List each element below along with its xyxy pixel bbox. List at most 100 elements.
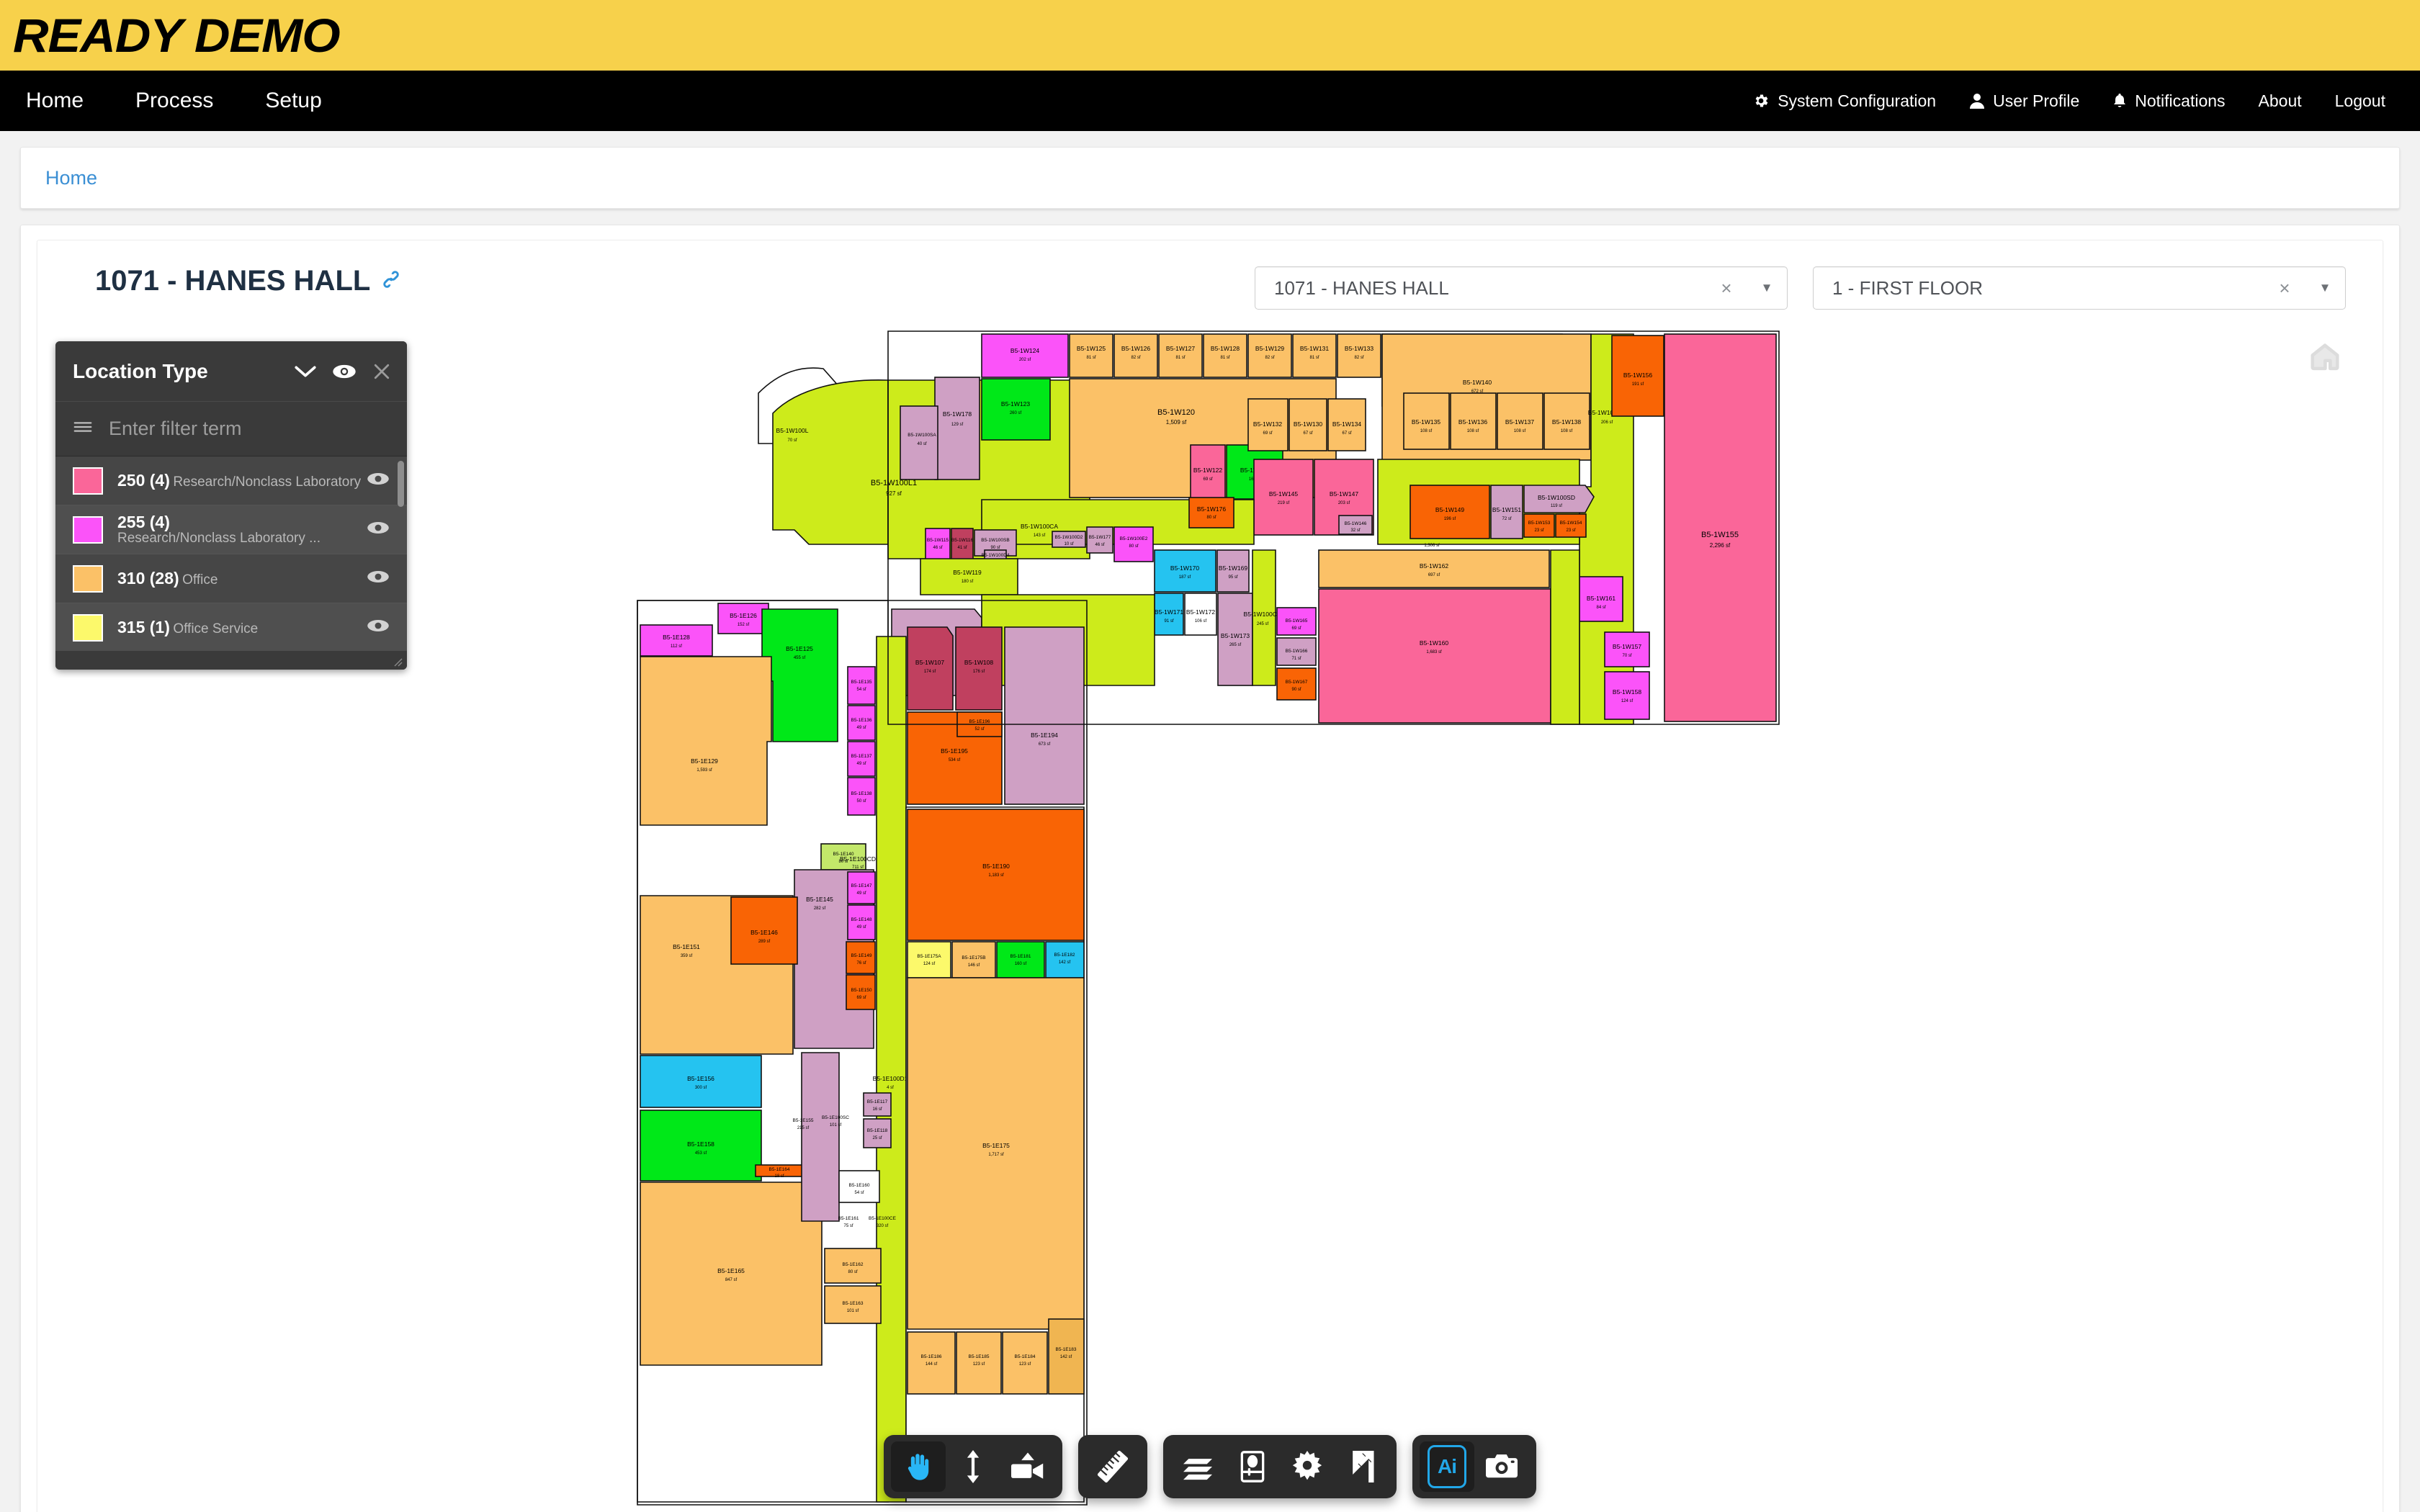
settings-gear-icon[interactable]	[1280, 1441, 1335, 1492]
nav-item-process[interactable]: Process	[109, 71, 239, 131]
link-icon[interactable]	[380, 265, 402, 297]
svg-text:B5-1W125: B5-1W125	[1077, 345, 1106, 352]
nav-item-notifications[interactable]: Notifications	[2112, 91, 2226, 111]
toolbar-group-navigation	[884, 1435, 1062, 1498]
svg-text:54 sf: 54 sf	[854, 1191, 864, 1195]
home-icon[interactable]	[2308, 340, 2341, 373]
filter-lines-icon[interactable]	[73, 420, 93, 437]
svg-text:174 sf: 174 sf	[924, 670, 936, 674]
svg-text:76 sf: 76 sf	[856, 961, 866, 966]
svg-text:245 sf: 245 sf	[1257, 622, 1269, 626]
nav-item-user-profile[interactable]: User Profile	[1969, 91, 2079, 111]
legend-item[interactable]: 310 (28) Office	[55, 554, 407, 603]
legend-item[interactable]: 250 (4) Research/Nonclass Laboratory	[55, 456, 407, 505]
svg-text:455 sf: 455 sf	[794, 656, 806, 660]
legend-panel-icon[interactable]	[1225, 1441, 1280, 1492]
svg-text:67 sf: 67 sf	[1342, 431, 1351, 436]
legend-item-list[interactable]: 250 (4) Research/Nonclass Laboratory 255…	[55, 456, 407, 651]
legend-scrollbar[interactable]	[398, 461, 404, 507]
fullscreen-expand-icon[interactable]	[1335, 1441, 1389, 1492]
viewer-toolbar: Ai	[884, 1435, 1536, 1498]
svg-text:B5-1E196: B5-1E196	[969, 719, 990, 724]
svg-text:B5-1W154: B5-1W154	[1560, 521, 1582, 526]
legend-item-desc: Office Service	[173, 621, 259, 636]
color-swatch	[73, 613, 103, 642]
svg-text:B5-1W120: B5-1W120	[1157, 408, 1195, 417]
svg-text:B5-1W100CG: B5-1W100CG	[1244, 611, 1282, 618]
svg-text:123 sf: 123 sf	[973, 1362, 985, 1367]
nav-label: About	[2258, 91, 2302, 110]
svg-text:72 sf: 72 sf	[1502, 517, 1511, 521]
nav-item-about[interactable]: About	[2259, 91, 2302, 111]
eye-icon[interactable]	[367, 618, 391, 636]
eye-icon[interactable]	[367, 570, 391, 588]
layers-icon[interactable]	[1170, 1441, 1225, 1492]
nav-item-setup[interactable]: Setup	[239, 71, 347, 131]
svg-text:B5-1E184: B5-1E184	[1015, 1354, 1036, 1359]
eye-icon[interactable]	[367, 521, 391, 539]
building-select-value: 1071 - HANES HALL	[1274, 276, 1449, 299]
svg-text:106 sf: 106 sf	[1195, 619, 1207, 624]
hand-pan-icon[interactable]	[891, 1441, 946, 1492]
svg-text:203 sf: 203 sf	[1338, 501, 1350, 505]
eye-icon[interactable]	[332, 364, 357, 379]
svg-text:80 sf: 80 sf	[848, 1270, 857, 1274]
building-select-clear-icon[interactable]: ×	[1706, 277, 1747, 300]
svg-text:B5-1E149: B5-1E149	[851, 953, 872, 958]
svg-text:B5-1W161: B5-1W161	[1587, 595, 1615, 602]
svg-text:B5-1W100SB: B5-1W100SB	[981, 538, 1009, 543]
svg-text:49 sf: 49 sf	[856, 925, 866, 930]
floor-select[interactable]: 1 - FIRST FLOOR × ▼	[1813, 266, 2346, 310]
svg-text:B5-1W176: B5-1W176	[1197, 505, 1226, 513]
nav-item-system-configuration[interactable]: System Configuration	[1752, 91, 1936, 111]
building-select[interactable]: 1071 - HANES HALL × ▼	[1255, 266, 1788, 310]
svg-text:B5-1W130: B5-1W130	[1294, 420, 1322, 428]
legend-footer	[55, 651, 407, 670]
camera-view-icon[interactable]	[1000, 1441, 1055, 1492]
svg-text:146 sf: 146 sf	[968, 963, 980, 968]
svg-text:B5-1W155: B5-1W155	[1701, 531, 1739, 539]
svg-text:B5-1W172: B5-1W172	[1186, 608, 1215, 616]
svg-text:B5-1W134: B5-1W134	[1332, 420, 1361, 428]
svg-text:49 sf: 49 sf	[856, 891, 866, 896]
svg-text:B5-1W156: B5-1W156	[1623, 372, 1652, 379]
close-icon[interactable]	[371, 361, 393, 382]
svg-text:25 sf: 25 sf	[872, 1136, 882, 1140]
svg-text:B5-1E128: B5-1E128	[663, 634, 690, 641]
svg-text:49 sf: 49 sf	[856, 726, 866, 730]
svg-text:B5-1E151: B5-1E151	[673, 943, 700, 950]
floor-select-clear-icon[interactable]: ×	[2264, 277, 2305, 300]
svg-text:1,183 sf: 1,183 sf	[988, 873, 1004, 878]
screenshot-camera-icon[interactable]	[1474, 1441, 1529, 1492]
orbit-vertical-icon[interactable]	[946, 1441, 1000, 1492]
legend-filter-input[interactable]	[109, 418, 390, 440]
location-type-legend-panel[interactable]: Location Type Enter filter term 250 (4) …	[55, 341, 407, 670]
svg-text:95 sf: 95 sf	[1228, 575, 1237, 580]
nav-item-home[interactable]: Home	[0, 71, 109, 131]
ai-icon[interactable]: Ai	[1420, 1441, 1474, 1492]
legend-item[interactable]: 315 (1) Office Service	[55, 603, 407, 651]
svg-text:B5-1W173: B5-1W173	[1221, 632, 1250, 639]
floorplan-viewport[interactable]: B5-1W100L 70 sf B5-1W100L1 927 sf B5-1W1…	[38, 321, 2382, 1512]
svg-text:B5-1W145: B5-1W145	[1269, 490, 1298, 498]
floor-select-chevron-down-icon[interactable]: ▼	[2305, 281, 2345, 295]
svg-text:300 sf: 300 sf	[695, 1086, 707, 1090]
svg-text:B5-1W119: B5-1W119	[953, 569, 982, 576]
svg-text:4 sf: 4 sf	[887, 1086, 894, 1090]
svg-text:84 sf: 84 sf	[1596, 606, 1605, 610]
legend-filter-row	[55, 402, 407, 456]
resize-grip-icon[interactable]	[391, 655, 403, 667]
svg-text:16 sf: 16 sf	[872, 1107, 882, 1112]
breadcrumb-item-home[interactable]: Home	[45, 167, 97, 189]
ruler-measure-icon[interactable]	[1085, 1441, 1140, 1492]
svg-text:B5-1W158: B5-1W158	[1613, 688, 1641, 696]
svg-text:144 sf: 144 sf	[926, 1362, 938, 1367]
nav-item-logout[interactable]: Logout	[2335, 91, 2385, 111]
legend-item[interactable]: 255 (4) Research/Nonclass Laboratory ...	[55, 505, 407, 554]
svg-text:142 sf: 142 sf	[1059, 960, 1071, 965]
building-select-chevron-down-icon[interactable]: ▼	[1747, 281, 1787, 295]
svg-text:69 sf: 69 sf	[856, 996, 866, 1000]
eye-icon[interactable]	[367, 472, 391, 490]
svg-text:B5-1W165: B5-1W165	[1286, 618, 1308, 624]
chevron-down-icon[interactable]	[293, 364, 318, 379]
